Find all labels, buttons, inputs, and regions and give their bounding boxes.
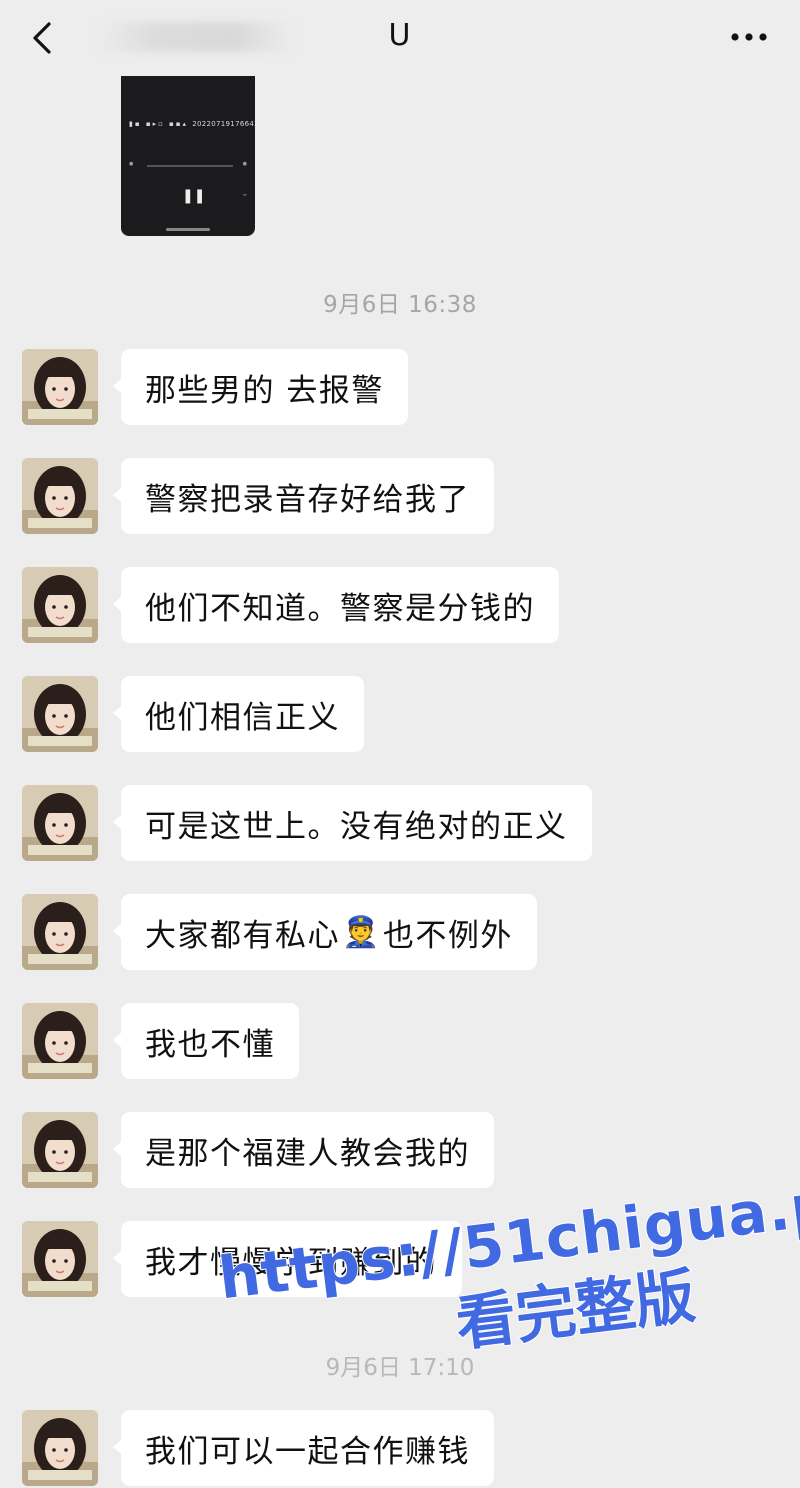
avatar[interactable] xyxy=(22,349,98,425)
message-bubble[interactable]: 我也不懂 xyxy=(113,1003,299,1079)
message-row: 我们可以一起合作赚钱 xyxy=(22,1410,502,1488)
media-thumbnail[interactable]: ▮▪ ▪▸▫ ▪▪▴ 20220719176642.m4a ● ● ❚❚ ⌄ xyxy=(121,76,255,236)
home-indicator xyxy=(166,228,210,231)
message-bubble[interactable]: 可是这世上。没有绝对的正义 xyxy=(113,785,592,861)
message-text: 大家都有私心 xyxy=(145,917,340,954)
avatar[interactable] xyxy=(22,567,98,643)
message-bubble[interactable]: 大家都有私心 👮 也不例外 xyxy=(113,894,537,970)
message-bubble[interactable]: 是那个福建人教会我的 xyxy=(113,1112,494,1188)
media-file-name: ▮▪ ▪▸▫ ▪▪▴ 20220719176642.m4a xyxy=(129,120,255,128)
chevron-down-icon: ⌄ xyxy=(241,189,249,199)
message-bubble[interactable]: 那些男的 去报警 xyxy=(113,349,408,425)
time-elapsed: ● xyxy=(129,161,134,167)
message-row: 他们相信正义 xyxy=(22,676,372,754)
time-remaining: ● xyxy=(242,161,247,167)
message-row: 他们不知道。警察是分钱的 xyxy=(22,567,562,645)
message-bubble[interactable]: 他们相信正义 xyxy=(113,676,364,752)
avatar[interactable] xyxy=(22,676,98,752)
avatar[interactable] xyxy=(22,458,98,534)
avatar[interactable] xyxy=(22,894,98,970)
message-text: 也不例外 xyxy=(382,917,513,954)
message-row: 大家都有私心 👮 也不例外 xyxy=(22,894,552,972)
timestamp-divider: 9月6日 16:38 xyxy=(323,292,477,318)
message-row: 我也不懂 xyxy=(22,1003,322,1081)
more-horizontal-icon xyxy=(731,33,767,41)
chat-title: U xyxy=(388,18,412,53)
message-row: 可是这世上。没有绝对的正义 xyxy=(22,785,602,863)
avatar[interactable] xyxy=(22,1112,98,1188)
message-row: 警察把录音存好给我了 xyxy=(22,458,502,536)
pause-icon[interactable]: ❚❚ xyxy=(182,188,205,204)
message-bubble[interactable]: 警察把录音存好给我了 xyxy=(113,458,494,534)
avatar[interactable] xyxy=(22,785,98,861)
more-button[interactable] xyxy=(724,22,774,52)
avatar[interactable] xyxy=(22,1003,98,1079)
watermark: https://51chigua.pro 看完整版 xyxy=(214,1160,800,1424)
police-officer-emoji-icon: 👮 xyxy=(342,914,381,950)
message-row: 是那个福建人教会我的 xyxy=(22,1112,502,1190)
media-progress-bar xyxy=(147,165,233,167)
avatar[interactable] xyxy=(22,1221,98,1297)
chat-header: U xyxy=(0,0,800,76)
message-bubble[interactable]: 他们不知道。警察是分钱的 xyxy=(113,567,559,643)
message-row: 那些男的 去报警 xyxy=(22,349,422,427)
